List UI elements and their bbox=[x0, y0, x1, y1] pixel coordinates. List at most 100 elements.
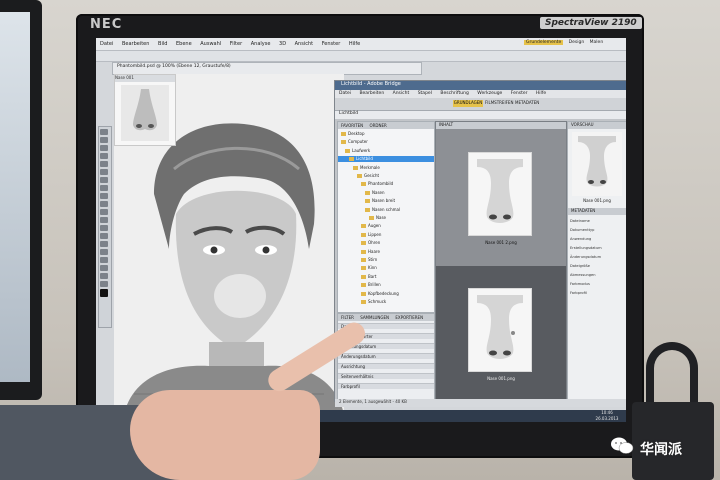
menu-item[interactable]: Auswahl bbox=[200, 41, 221, 47]
foreground-color-swatch[interactable] bbox=[100, 289, 108, 297]
metadata-field-label: Dateigröße bbox=[570, 264, 590, 268]
filter-row[interactable]: Änderungsdatum bbox=[338, 353, 434, 359]
folder-item[interactable]: Lichtbild bbox=[338, 156, 434, 163]
pen-tool-icon[interactable] bbox=[100, 241, 108, 247]
folder-icon bbox=[361, 283, 366, 288]
folder-label: Nasen schmal bbox=[372, 206, 401, 212]
monitor-model-badge: SpectraView 2190 bbox=[540, 17, 642, 29]
menu-item[interactable]: Bild bbox=[158, 41, 167, 47]
zoom-tool-icon[interactable] bbox=[100, 281, 108, 287]
folder-icon bbox=[361, 258, 366, 262]
tab-folders[interactable]: ORDNER bbox=[369, 123, 386, 128]
folder-item[interactable]: Schmuck bbox=[338, 299, 434, 305]
filter-row[interactable]: Farbprofil bbox=[338, 383, 434, 389]
folder-item[interactable]: Lippen bbox=[338, 232, 434, 238]
tab-favorites[interactable]: FAVORITEN bbox=[341, 123, 363, 128]
workspace-paint-button[interactable]: Malen bbox=[590, 40, 604, 45]
folder-label: Computer bbox=[348, 139, 368, 145]
folder-item[interactable]: Nasen breit bbox=[338, 198, 434, 204]
bridge-menu-item[interactable]: Hilfe bbox=[536, 91, 546, 96]
menu-item[interactable]: Hilfe bbox=[349, 41, 360, 47]
folder-item[interactable]: Nasen bbox=[338, 190, 434, 196]
bridge-menu-item[interactable]: Werkzeuge bbox=[477, 91, 502, 96]
menu-item[interactable]: Ebene bbox=[176, 41, 192, 47]
folder-icon bbox=[345, 148, 350, 153]
menu-item[interactable]: Filter bbox=[230, 41, 242, 47]
folder-icon bbox=[365, 199, 370, 204]
shape-tool-icon[interactable] bbox=[100, 265, 108, 271]
folder-icon bbox=[361, 182, 366, 187]
folder-label: Nase bbox=[376, 215, 386, 220]
brush-tool-icon[interactable] bbox=[100, 185, 108, 191]
folder-icon bbox=[361, 232, 366, 237]
nose-thumbnail-panel: Nase 001 bbox=[114, 74, 176, 146]
gradient-tool-icon[interactable] bbox=[100, 217, 108, 223]
dodge-tool-icon[interactable] bbox=[100, 233, 108, 239]
menu-item[interactable]: Ansicht bbox=[295, 41, 313, 47]
eraser-tool-icon[interactable] bbox=[100, 209, 108, 215]
bridge-title-bar[interactable]: Lichtbild - Adobe Bridge bbox=[335, 81, 626, 90]
marquee-tool-icon[interactable] bbox=[100, 137, 108, 143]
hand-tool-icon[interactable] bbox=[100, 273, 108, 279]
move-tool-icon[interactable] bbox=[100, 129, 108, 135]
menu-item[interactable]: Analyse bbox=[251, 41, 271, 47]
tab-preview[interactable]: VORSCHAU bbox=[568, 122, 626, 129]
folder-item[interactable]: Desktop bbox=[338, 131, 434, 137]
tab-export[interactable]: EXPORTIEREN bbox=[395, 315, 423, 320]
tab-content[interactable]: INHALT bbox=[436, 122, 566, 129]
folder-item[interactable]: Gesicht bbox=[338, 173, 434, 179]
lasso-tool-icon[interactable] bbox=[100, 145, 108, 151]
folder-item[interactable]: Merkmale bbox=[338, 165, 434, 171]
workspace-tab-essentials[interactable]: GRUNDLAGEN bbox=[453, 100, 483, 107]
menu-item[interactable]: 3D bbox=[279, 41, 286, 47]
healing-brush-tool-icon[interactable] bbox=[100, 177, 108, 183]
workspace-essentials-button[interactable]: Grundelemente bbox=[524, 40, 564, 45]
menu-item[interactable]: Datei bbox=[100, 41, 113, 47]
type-tool-icon[interactable] bbox=[100, 249, 108, 255]
thumbnail-cell[interactable]: Nase 001 2.png bbox=[436, 130, 566, 264]
bridge-menu-item[interactable]: Bearbeiten bbox=[359, 91, 384, 96]
bridge-menu-item[interactable]: Beschriftung bbox=[440, 91, 468, 96]
workspace-tab-filmstrip[interactable]: FILMSTREIFEN bbox=[485, 100, 513, 107]
folder-item[interactable]: Computer bbox=[338, 139, 434, 145]
taskbar-clock[interactable]: 10:46 26.03.2013 bbox=[590, 410, 624, 422]
folder-item[interactable]: Laufwerk bbox=[338, 148, 434, 154]
menu-item[interactable]: Bearbeiten bbox=[122, 41, 149, 47]
crop-tool-icon[interactable] bbox=[100, 161, 108, 167]
folder-item[interactable]: Kinn bbox=[338, 265, 434, 271]
thumbnail-cell-selected[interactable]: Nase 001.png bbox=[436, 266, 566, 400]
folder-item[interactable]: Augen bbox=[338, 223, 434, 229]
folder-item[interactable]: Kopfbedeckung bbox=[338, 291, 434, 297]
bridge-menu-item[interactable]: Datei bbox=[339, 91, 351, 96]
bridge-menu-item[interactable]: Fenster bbox=[511, 91, 528, 96]
path-select-tool-icon[interactable] bbox=[100, 257, 108, 263]
clone-stamp-tool-icon[interactable] bbox=[100, 193, 108, 199]
history-brush-tool-icon[interactable] bbox=[100, 201, 108, 207]
folder-item[interactable]: Ohren bbox=[338, 240, 434, 246]
filter-row[interactable]: Seitenverhältnis bbox=[338, 373, 434, 379]
folder-item[interactable]: Haare bbox=[338, 249, 434, 255]
folder-item[interactable]: Phantombild bbox=[338, 181, 434, 187]
bridge-path-bar[interactable]: Lichtbild bbox=[335, 111, 626, 119]
blur-tool-icon[interactable] bbox=[100, 225, 108, 231]
eyedropper-tool-icon[interactable] bbox=[100, 169, 108, 175]
tab-filter[interactable]: FILTER bbox=[341, 315, 354, 320]
wechat-logo-icon bbox=[611, 437, 634, 454]
folder-item[interactable]: Nasen schmal bbox=[338, 206, 434, 213]
quick-select-tool-icon[interactable] bbox=[100, 153, 108, 159]
menu-item[interactable]: Fenster bbox=[322, 41, 341, 47]
tab-collections[interactable]: SAMMLUNGEN bbox=[360, 315, 389, 320]
bridge-menu-item[interactable]: Stapel bbox=[418, 91, 432, 96]
folder-item[interactable]: Stirn bbox=[338, 257, 434, 263]
folder-icon bbox=[365, 207, 370, 212]
workspace-tab-metadata[interactable]: METADATEN bbox=[515, 100, 539, 107]
folder-item[interactable]: Nase bbox=[338, 215, 434, 221]
folder-item[interactable]: Bart bbox=[338, 274, 434, 280]
filter-row[interactable]: Ausrichtung bbox=[338, 363, 434, 369]
tab-metadata[interactable]: METADATEN bbox=[568, 208, 626, 215]
bridge-menu-item[interactable]: Ansicht bbox=[393, 91, 410, 96]
watermark-text: 华闻派 bbox=[640, 442, 682, 458]
workspace-design-button[interactable]: Design bbox=[569, 40, 585, 45]
folder-item[interactable]: Brillen bbox=[338, 282, 434, 288]
folder-icon bbox=[361, 300, 366, 304]
